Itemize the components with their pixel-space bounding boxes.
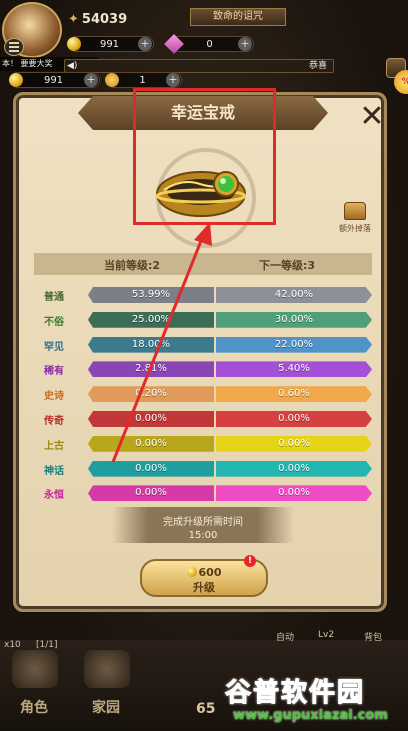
upgrade-time-box: 完成升级所需时间 15:00 (112, 507, 294, 543)
level-label: Lv2 (318, 630, 335, 640)
stamina-resource: 1 + (105, 72, 182, 88)
gold-coin-icon (67, 37, 81, 51)
next-chance: 30.00% (216, 311, 372, 328)
rarity-row: 罕见 18.00% 22.00% (36, 334, 372, 359)
rarity-name: 永恒 (44, 490, 64, 502)
close-icon[interactable]: ✕ (358, 102, 386, 132)
add-gold-button[interactable]: + (138, 37, 152, 51)
rarity-name: 罕见 (44, 341, 64, 353)
rarity-name: 神话 (44, 465, 64, 477)
next-chance: 0.00% (216, 485, 372, 502)
current-chance: 18.00% (88, 336, 214, 353)
next-chance: 0.00% (216, 410, 372, 427)
gold-resource-2: 991 + (9, 72, 100, 88)
upgrade-button[interactable]: 600 升级 ! (140, 555, 268, 597)
nav-role[interactable]: 角色 (20, 697, 48, 717)
left-count: [1/1] (36, 640, 58, 650)
gold-coin-icon (186, 567, 197, 577)
highlight-box (133, 88, 276, 225)
rarity-name: 普通 (44, 292, 64, 303)
add-gem-button[interactable]: + (238, 37, 252, 51)
menu-button[interactable] (4, 38, 24, 56)
add-gold-button-2[interactable]: + (84, 73, 98, 87)
watermark: 谷普软件园 www.gupuxiazai.com (224, 678, 388, 724)
top-hud: ✦54039 致命的诅咒 991 + 0 + 本！ 要要大奖 ◀) 恭喜 % 9… (0, 0, 408, 94)
current-chance: 2.81% (88, 361, 214, 378)
nav-count: 65 (196, 701, 216, 717)
current-chance: 0.00% (88, 485, 214, 502)
role-nav-icon[interactable] (12, 650, 58, 688)
next-chance: 22.00% (216, 336, 372, 353)
event-badge-icon[interactable]: % (394, 70, 408, 94)
auto-label[interactable]: 自动 (276, 630, 294, 643)
stamina-icon (105, 73, 119, 87)
current-chance: 25.00% (88, 311, 214, 328)
next-chance: 0.00% (216, 460, 372, 477)
next-chance: 42.00% (216, 287, 372, 303)
current-chance: 0.00% (88, 435, 214, 452)
chest-icon (344, 202, 366, 220)
level-table-header: 当前等级:2 下一等级:3 (34, 253, 372, 275)
rarity-row: 上古 0.00% 0.00% (36, 433, 372, 458)
power-display: ✦ 54039 (68, 12, 128, 27)
current-chance: 0.20% (88, 386, 214, 403)
current-chance: 0.00% (88, 410, 214, 427)
rarity-name: 史诗 (44, 391, 64, 403)
power-icon: ✦ (68, 12, 79, 27)
gem-icon (164, 34, 184, 54)
rarity-row: 史诗 0.20% 0.60% (36, 383, 372, 408)
rarity-row: 不俗 25.00% 30.00% (36, 309, 372, 334)
gold-coin-icon (9, 73, 23, 87)
current-chance: 53.99% (88, 287, 214, 303)
current-chance: 0.00% (88, 460, 214, 477)
gold-resource: 991 + (67, 36, 154, 52)
home-nav-icon[interactable] (84, 650, 130, 688)
gem-resource: 0 + (164, 34, 254, 54)
extra-drop-button[interactable]: 额外掉落 (338, 202, 372, 242)
bag-label[interactable]: 背包 (364, 630, 382, 643)
speaker-icon: ◀) (67, 61, 78, 71)
rarity-table: 普通 53.99% 42.00% 不俗 25.00% 30.00% 罕见 18.00% 22.0… (36, 284, 372, 507)
rarity-row: 神话 0.00% 0.00% (36, 458, 372, 483)
next-chance: 5.40% (216, 361, 372, 378)
rarity-row: 传奇 0.00% 0.00% (36, 408, 372, 433)
next-chance: 0.60% (216, 386, 372, 403)
rarity-name: 稀有 (44, 366, 64, 378)
rarity-name: 传奇 (44, 415, 64, 427)
stage-title[interactable]: 致命的诅咒 (190, 8, 286, 26)
chat-bar[interactable]: ◀) 恭喜 (64, 59, 334, 73)
next-level-header: 下一等级:3 (259, 259, 316, 272)
current-level-header: 当前等级:2 (104, 259, 161, 272)
alert-badge: ! (244, 555, 256, 567)
add-stamina-button[interactable]: + (166, 73, 180, 87)
rarity-row: 永恒 0.00% 0.00% (36, 482, 372, 507)
rarity-name: 不俗 (44, 316, 64, 328)
rarity-row: 稀有 2.81% 5.40% (36, 358, 372, 383)
rarity-name: 上古 (44, 440, 64, 452)
left-tag: x10 (4, 640, 21, 650)
nav-home[interactable]: 家园 (92, 697, 120, 717)
next-chance: 0.00% (216, 435, 372, 452)
rarity-row: 普通 53.99% 42.00% (36, 284, 372, 309)
